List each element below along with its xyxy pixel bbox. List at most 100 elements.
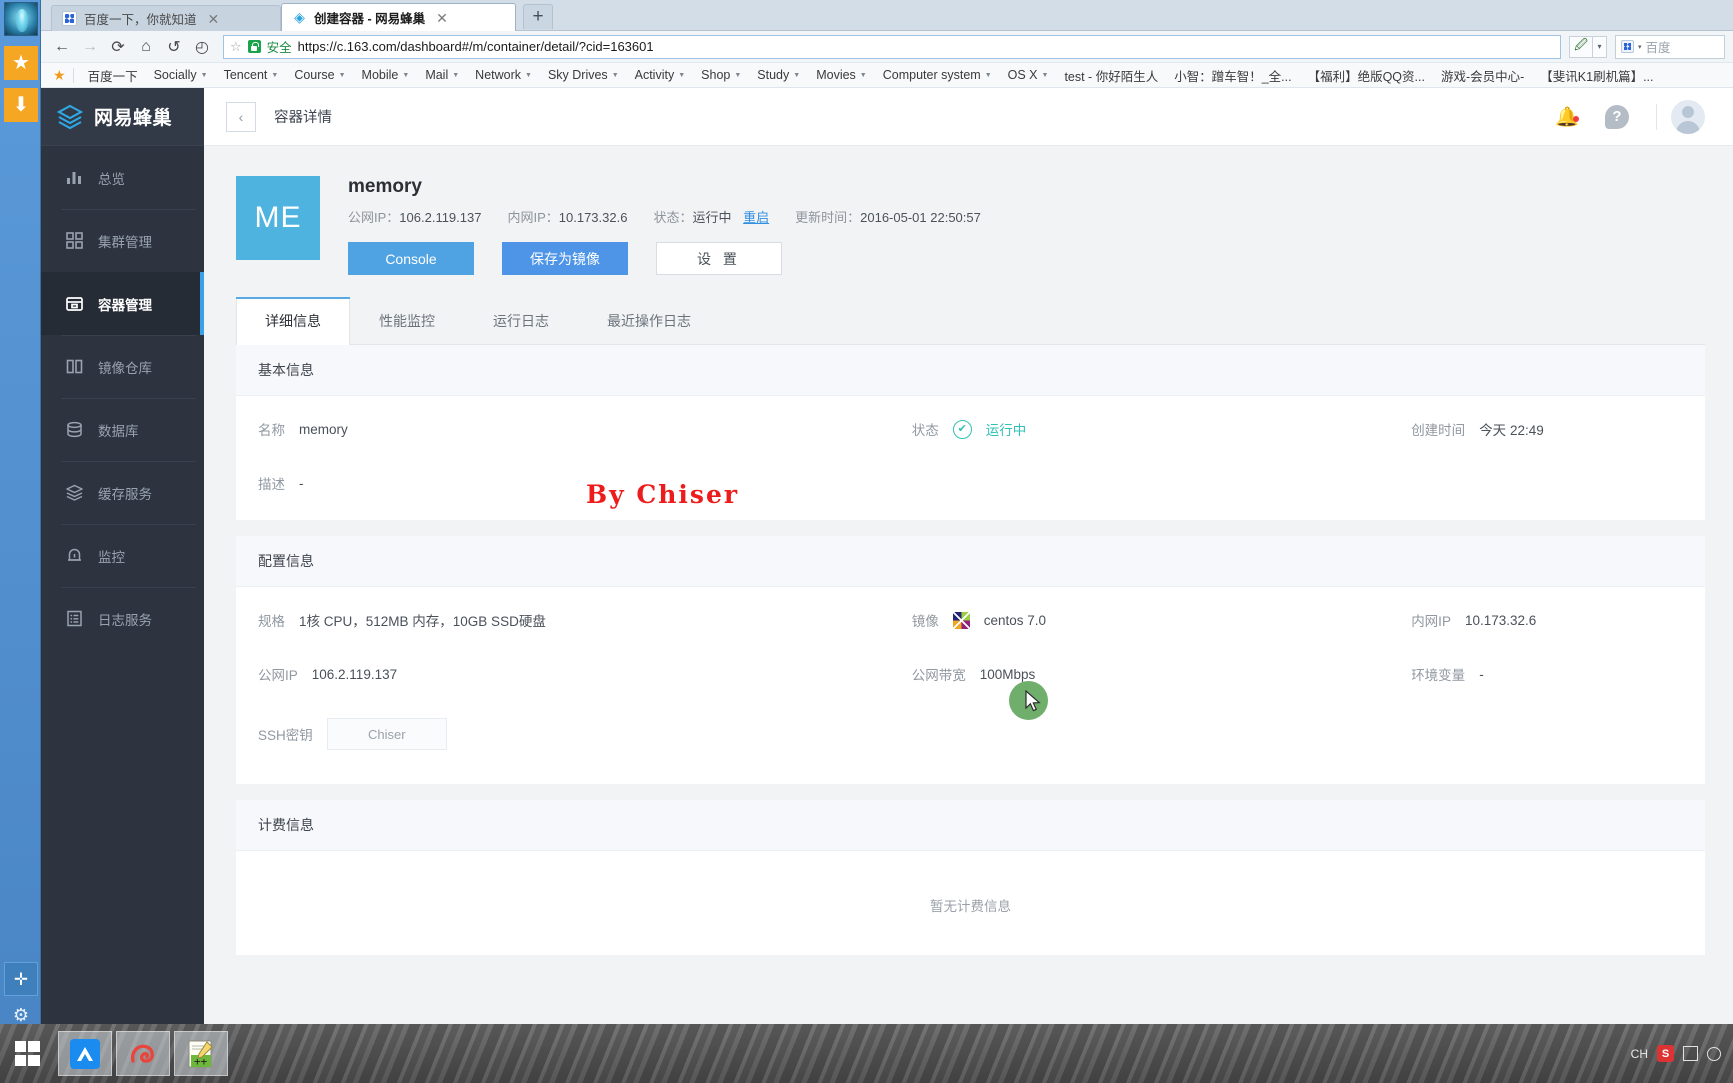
table-row: 公网IP 106.2.119.137 公网带宽 100Mbps 环境变量 -: [236, 647, 1705, 701]
browser-tab-1-close-icon[interactable]: ✕: [436, 11, 448, 25]
undo-icon[interactable]: ↺: [161, 34, 187, 60]
bookmark-5[interactable]: Mail ▼: [417, 68, 467, 82]
web-page: 网易蜂巢 总览 集群管理 容器管理 镜像仓库 数据库 缓存服务 监控 日志服务 …: [41, 88, 1733, 1024]
bookmark-13-label: OS X: [1007, 68, 1038, 82]
tab-operation-log[interactable]: 最近操作日志: [578, 297, 720, 344]
bookmark-4[interactable]: Mobile ▼: [354, 68, 418, 82]
tray-ime-label[interactable]: CH: [1631, 1047, 1648, 1061]
back-icon[interactable]: ←: [49, 34, 75, 60]
sidebar-item-container[interactable]: 容器管理: [41, 272, 204, 335]
hive-logo-icon: [55, 102, 85, 132]
content-inner: ME memory 公网IP：106.2.119.137 内网IP：10.173…: [204, 146, 1733, 955]
save-as-image-button[interactable]: 保存为镜像: [502, 242, 628, 275]
sidebar-item-cluster[interactable]: 集群管理: [41, 209, 204, 272]
field-name-value: memory: [299, 421, 348, 437]
user-avatar-icon[interactable]: [1671, 99, 1705, 134]
dock-add-icon[interactable]: ✛: [4, 962, 38, 996]
bookmark-2[interactable]: Tencent ▼: [216, 68, 287, 82]
field-created-value: 今天 22:49: [1479, 423, 1544, 438]
search-box[interactable]: ▾ 百度: [1615, 34, 1725, 59]
field-status-value: 运行中: [985, 423, 1027, 438]
bookmark-star-icon[interactable]: ☆: [230, 39, 242, 55]
bookmarks-star-icon[interactable]: ★: [49, 67, 73, 84]
search-placeholder: 百度: [1645, 41, 1671, 55]
tray-sogou-icon[interactable]: S: [1657, 1045, 1674, 1062]
bookmark-11[interactable]: Movies ▼: [808, 68, 875, 82]
bookmark-18[interactable]: 【斐讯K1刷机篇】...: [1532, 66, 1661, 85]
sidebar-item-monitor[interactable]: 监控: [41, 524, 204, 587]
history-icon[interactable]: ◴: [189, 34, 215, 60]
meta-private-ip-label: 内网IP：: [507, 210, 559, 225]
bookmark-10-label: Study: [757, 68, 790, 82]
tab-detail-info[interactable]: 详细信息: [236, 297, 350, 345]
table-row: SSH密钥 Chiser: [236, 701, 1705, 774]
chevron-down-icon: ▼: [200, 71, 208, 79]
restart-link[interactable]: 重启: [743, 210, 769, 225]
help-button[interactable]: ?: [1592, 104, 1642, 129]
brand-logo[interactable]: 网易蜂巢: [41, 88, 204, 146]
browser-tab-0[interactable]: 百度一下，你就知道 ✕: [51, 5, 281, 31]
tray-status-icon[interactable]: [1707, 1046, 1721, 1061]
tray-keyboard-icon[interactable]: [1683, 1046, 1698, 1061]
bookmark-14[interactable]: test - 你好陌生人: [1056, 66, 1166, 85]
sidebar-item-registry[interactable]: 镜像仓库: [41, 335, 204, 398]
bookmark-8[interactable]: Activity ▼: [627, 68, 694, 82]
app-sidebar: 网易蜂巢 总览 集群管理 容器管理 镜像仓库 数据库 缓存服务 监控 日志服务: [41, 88, 204, 1024]
tab-runtime-log[interactable]: 运行日志: [464, 297, 578, 344]
notifications-button[interactable]: 🔔: [1542, 105, 1592, 129]
bookmark-14-label: test - 你好陌生人: [1064, 69, 1159, 84]
bookmark-3[interactable]: Course ▼: [286, 68, 353, 82]
field-name-label: 名称: [258, 423, 285, 438]
field-public-ip-value: 106.2.119.137: [311, 666, 398, 682]
bookmark-10[interactable]: Study ▼: [749, 68, 808, 82]
container-box-icon: [65, 294, 84, 313]
bookmark-13[interactable]: OS X ▼: [1000, 68, 1057, 82]
sidebar-item-overview[interactable]: 总览: [41, 146, 204, 209]
taskbar-app-snail-browser[interactable]: [116, 1031, 170, 1076]
back-button[interactable]: ‹: [226, 101, 256, 132]
plugin-icon[interactable]: 🖉: [1569, 35, 1593, 58]
meta-status-value: 运行中: [692, 210, 732, 225]
dock-download-icon[interactable]: ⬇: [4, 88, 38, 122]
sidebar-item-cache[interactable]: 缓存服务: [41, 461, 204, 524]
bookmark-15[interactable]: 小智：蹭车智！_全...: [1166, 66, 1299, 85]
basic-info-title: 基本信息: [236, 345, 1705, 396]
bookmark-7[interactable]: Sky Drives ▼: [540, 68, 627, 82]
settings-button[interactable]: 设 置: [656, 242, 782, 275]
sidebar-item-logs[interactable]: 日志服务: [41, 587, 204, 650]
tab-performance[interactable]: 性能监控: [350, 297, 464, 344]
bookmark-17[interactable]: 游戏-会员中心-: [1433, 66, 1532, 85]
bookmark-1[interactable]: Socially ▼: [146, 68, 216, 82]
config-info-panel: 配置信息 规格 1核 CPU，512MB 内存，10GB SSD硬盘 镜像 ce…: [236, 536, 1705, 784]
reload-icon[interactable]: ⟳: [105, 34, 131, 60]
browser-tab-0-close-icon[interactable]: ✕: [208, 12, 220, 26]
windows-start-icon[interactable]: [0, 1024, 54, 1083]
bookmark-9[interactable]: Shop ▼: [693, 68, 749, 82]
bookmark-9-label: Shop: [701, 68, 731, 82]
plugin-dropdown-icon[interactable]: ▾: [1593, 35, 1607, 58]
home-icon[interactable]: ⌂: [133, 34, 159, 60]
address-bar[interactable]: ☆ 安全 https://c.163.com/dashboard#/m/cont…: [223, 34, 1561, 59]
dock-user-avatar[interactable]: [4, 2, 38, 36]
chevron-down-icon: ▼: [734, 71, 742, 79]
browser-tab-1[interactable]: ◈ 创建容器 - 网易蜂巢 ✕: [281, 3, 516, 31]
bookmark-16[interactable]: 【福利】绝版QQ资...: [1300, 66, 1433, 85]
detail-tabs: 详细信息 性能监控 运行日志 最近操作日志: [236, 297, 1705, 345]
field-description: 描述 -: [236, 473, 912, 493]
dock-favorites-icon[interactable]: ★: [4, 46, 38, 80]
ssh-key-value[interactable]: Chiser: [326, 718, 447, 750]
bookmark-6-label: Network: [475, 68, 522, 82]
bookmark-6[interactable]: Network ▼: [467, 68, 540, 82]
bookmark-16-label: 【福利】绝版QQ资...: [1307, 69, 1425, 84]
taskbar-app-maxthon[interactable]: [58, 1031, 112, 1076]
chevron-down-icon: ▼: [984, 71, 992, 79]
bookmark-12[interactable]: Computer system ▼: [875, 68, 1000, 82]
sidebar-item-database[interactable]: 数据库: [41, 398, 204, 461]
new-tab-button[interactable]: +: [523, 4, 553, 29]
taskbar-app-notepad-plus-plus[interactable]: ++: [174, 1031, 228, 1076]
search-engine-caret-icon[interactable]: ▾: [1638, 43, 1642, 51]
console-button[interactable]: Console: [348, 242, 474, 275]
forward-icon[interactable]: →: [77, 34, 103, 60]
bookmark-0[interactable]: 百度一下: [80, 66, 146, 85]
container-header: ME memory 公网IP：106.2.119.137 内网IP：10.173…: [236, 170, 1705, 275]
